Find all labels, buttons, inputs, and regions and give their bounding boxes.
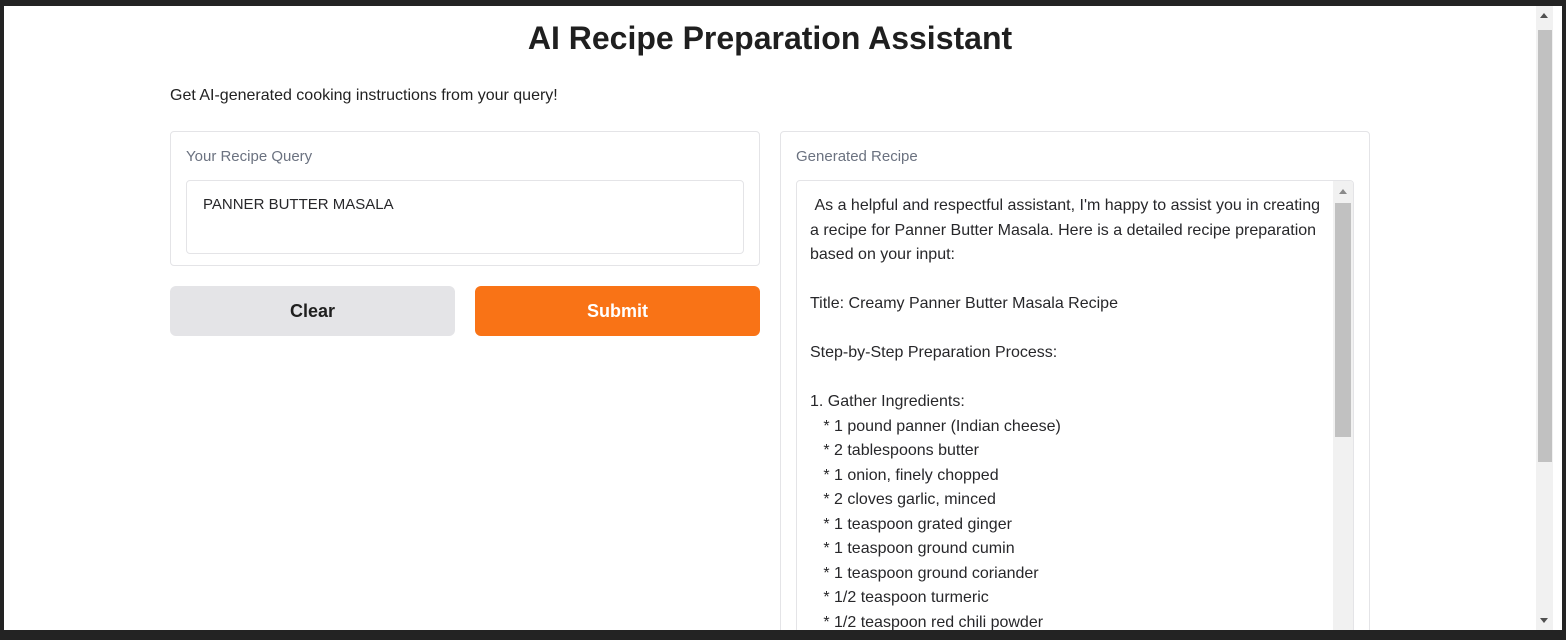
generated-recipe-label: Generated Recipe: [796, 148, 918, 165]
output-scrollbar-thumb[interactable]: [1335, 203, 1351, 437]
generated-recipe-panel: Generated Recipe As a helpful and respec…: [780, 131, 1370, 630]
page-title: AI Recipe Preparation Assistant: [527, 20, 1013, 56]
page-scrollbar[interactable]: [1536, 6, 1553, 630]
recipe-query-label: Your Recipe Query: [186, 148, 313, 165]
app-window: AI Recipe Preparation Assistant Get AI-g…: [4, 6, 1562, 630]
recipe-query-panel: Your Recipe Query PANNER BUTTER MASALA: [170, 131, 760, 266]
submit-button[interactable]: Submit: [475, 286, 760, 336]
generated-recipe-output[interactable]: As a helpful and respectful assistant, I…: [796, 180, 1354, 630]
generated-recipe-text: As a helpful and respectful assistant, I…: [810, 197, 1320, 630]
app-description: Get AI-generated cooking instructions fr…: [170, 87, 558, 104]
output-scrollbar[interactable]: [1333, 181, 1353, 630]
page-scroll-up-icon[interactable]: [1540, 13, 1548, 18]
page-scroll-down-icon[interactable]: [1540, 618, 1548, 623]
scroll-up-icon[interactable]: [1339, 189, 1347, 194]
page-scrollbar-thumb[interactable]: [1538, 30, 1552, 462]
clear-button[interactable]: Clear: [170, 286, 455, 336]
recipe-query-input[interactable]: PANNER BUTTER MASALA: [186, 180, 744, 254]
